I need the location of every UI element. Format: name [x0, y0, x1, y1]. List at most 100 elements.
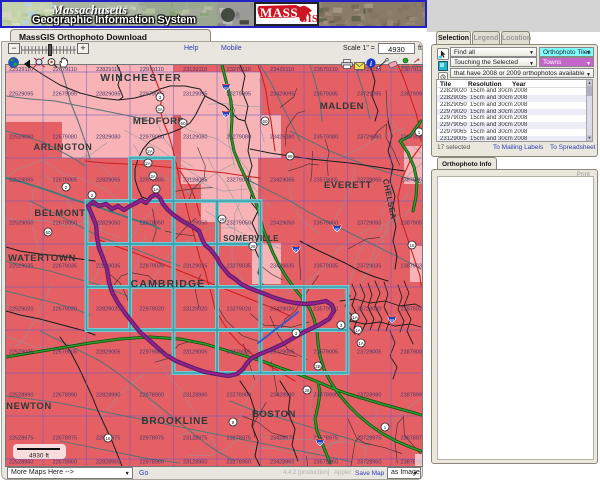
svg-text:22828960: 22828960 — [96, 460, 120, 466]
svg-text:23129050: 23129050 — [183, 221, 207, 227]
svg-text:22679050: 22679050 — [53, 221, 77, 227]
svg-text:23279050: 23279050 — [227, 221, 251, 227]
svg-text:22979035: 22979035 — [140, 264, 164, 270]
svg-text:CAMBRIDGE: CAMBRIDGE — [131, 278, 206, 290]
svg-text:23129080: 23129080 — [183, 135, 207, 141]
svg-text:23279065: 23279065 — [227, 178, 251, 184]
svg-text:23129065: 23129065 — [183, 178, 207, 184]
svg-text:23728990: 23728990 — [357, 393, 381, 399]
svg-text:1A: 1A — [358, 341, 364, 346]
svg-text:99: 99 — [287, 154, 293, 159]
svg-text:22979050: 22979050 — [140, 221, 164, 227]
svg-text:23578990: 23578990 — [314, 393, 338, 399]
svg-text:1A: 1A — [153, 187, 159, 192]
svg-text:23429065: 23429065 — [270, 178, 294, 184]
svg-text:90: 90 — [335, 227, 339, 231]
svg-text:NEWTON: NEWTON — [6, 401, 52, 412]
svg-text:1A: 1A — [352, 315, 358, 320]
svg-text:60: 60 — [45, 230, 51, 235]
svg-text:MALDEN: MALDEN — [320, 101, 364, 112]
svg-text:22829095: 22829095 — [96, 92, 120, 98]
svg-text:93: 93 — [224, 113, 228, 117]
svg-text:23579020: 23579020 — [314, 307, 338, 313]
svg-text:23879095: 23879095 — [401, 92, 422, 98]
svg-text:22529020: 22529020 — [9, 307, 33, 313]
svg-text:16: 16 — [409, 243, 415, 248]
svg-text:23579005: 23579005 — [314, 350, 338, 356]
svg-text:23278975: 23278975 — [227, 436, 251, 442]
svg-text:SOMERVILLE: SOMERVILLE — [223, 234, 279, 243]
svg-text:22679020: 22679020 — [53, 307, 77, 313]
svg-text:22529005: 22529005 — [9, 350, 33, 356]
svg-text:22979080: 22979080 — [140, 135, 164, 141]
svg-text:23879035: 23879035 — [401, 264, 422, 270]
svg-text:22529080: 22529080 — [9, 135, 33, 141]
svg-text:22528960: 22528960 — [9, 460, 33, 466]
svg-text:23429050: 23429050 — [270, 221, 294, 227]
svg-text:22978975: 22978975 — [140, 436, 164, 442]
svg-text:23128990: 23128990 — [183, 393, 207, 399]
svg-text:23879020: 23879020 — [401, 307, 422, 313]
svg-text:23429110: 23429110 — [270, 67, 294, 73]
svg-text:23279095: 23279095 — [227, 92, 251, 98]
svg-text:22679035: 22679035 — [53, 264, 77, 270]
svg-text:23278960: 23278960 — [227, 460, 251, 466]
svg-text:22978960: 22978960 — [140, 460, 164, 466]
svg-text:22829020: 22829020 — [96, 307, 120, 313]
svg-text:22979005: 22979005 — [140, 350, 164, 356]
svg-text:22529065: 22529065 — [9, 178, 33, 184]
svg-text:23728975: 23728975 — [357, 436, 381, 442]
svg-text:23578960: 23578960 — [314, 460, 338, 466]
svg-text:22828990: 22828990 — [96, 393, 120, 399]
svg-text:22678975: 22678975 — [53, 436, 77, 442]
svg-text:16: 16 — [105, 436, 111, 441]
svg-text:28: 28 — [250, 244, 256, 249]
svg-text:90: 90 — [390, 318, 394, 322]
svg-text:EVERETT: EVERETT — [324, 180, 372, 191]
svg-text:23579110: 23579110 — [314, 67, 338, 73]
svg-text:23278990: 23278990 — [227, 393, 251, 399]
svg-text:22679080: 22679080 — [53, 135, 77, 141]
svg-text:2A: 2A — [145, 161, 151, 166]
svg-text:23129095: 23129095 — [183, 92, 207, 98]
svg-text:22829080: 22829080 — [96, 135, 120, 141]
svg-text:22678990: 22678990 — [53, 393, 77, 399]
svg-text:22529035: 22529035 — [9, 264, 33, 270]
svg-text:3A: 3A — [150, 174, 156, 179]
svg-text:22829005: 22829005 — [96, 350, 120, 356]
svg-text:BELMONT: BELMONT — [34, 208, 85, 219]
svg-text:23428960: 23428960 — [270, 460, 294, 466]
svg-text:23729035: 23729035 — [357, 264, 381, 270]
svg-text:23429080: 23429080 — [270, 135, 294, 141]
svg-text:23878975: 23878975 — [401, 436, 422, 442]
svg-text:23129005: 23129005 — [183, 350, 207, 356]
svg-text:23428975: 23428975 — [270, 436, 294, 442]
svg-text:22679095: 22679095 — [53, 92, 77, 98]
svg-text:22528990: 22528990 — [9, 393, 33, 399]
svg-text:22529095: 22529095 — [9, 92, 33, 98]
svg-text:22679005: 22679005 — [53, 350, 77, 356]
svg-text:23729020: 23729020 — [357, 307, 381, 313]
svg-text:23128975: 23128975 — [183, 436, 207, 442]
svg-text:23129110: 23129110 — [183, 67, 207, 73]
svg-text:23729095: 23729095 — [357, 92, 381, 98]
svg-text:23429020: 23429020 — [270, 307, 294, 313]
svg-text:MEDFORD: MEDFORD — [133, 116, 185, 127]
svg-text:23279035: 23279035 — [227, 264, 251, 270]
svg-text:23579080: 23579080 — [314, 135, 338, 141]
svg-text:23279020: 23279020 — [227, 307, 251, 313]
svg-text:BROOKLINE: BROOKLINE — [141, 416, 208, 427]
svg-text:60: 60 — [262, 119, 268, 124]
svg-text:23129035: 23129035 — [183, 264, 207, 270]
svg-text:4930 ft: 4930 ft — [29, 453, 49, 460]
svg-text:23279005: 23279005 — [227, 350, 251, 356]
svg-text:22979020: 22979020 — [140, 307, 164, 313]
svg-text:22829035: 22829035 — [96, 264, 120, 270]
svg-text:23729080: 23729080 — [357, 135, 381, 141]
svg-text:93: 93 — [294, 248, 298, 252]
svg-text:WINCHESTER: WINCHESTER — [100, 72, 182, 84]
svg-text:23879050: 23879050 — [401, 221, 422, 227]
svg-text:BOSTON: BOSTON — [252, 409, 296, 420]
svg-text:22529050: 22529050 — [9, 221, 33, 227]
svg-text:ARLINGTON: ARLINGTON — [34, 142, 93, 152]
